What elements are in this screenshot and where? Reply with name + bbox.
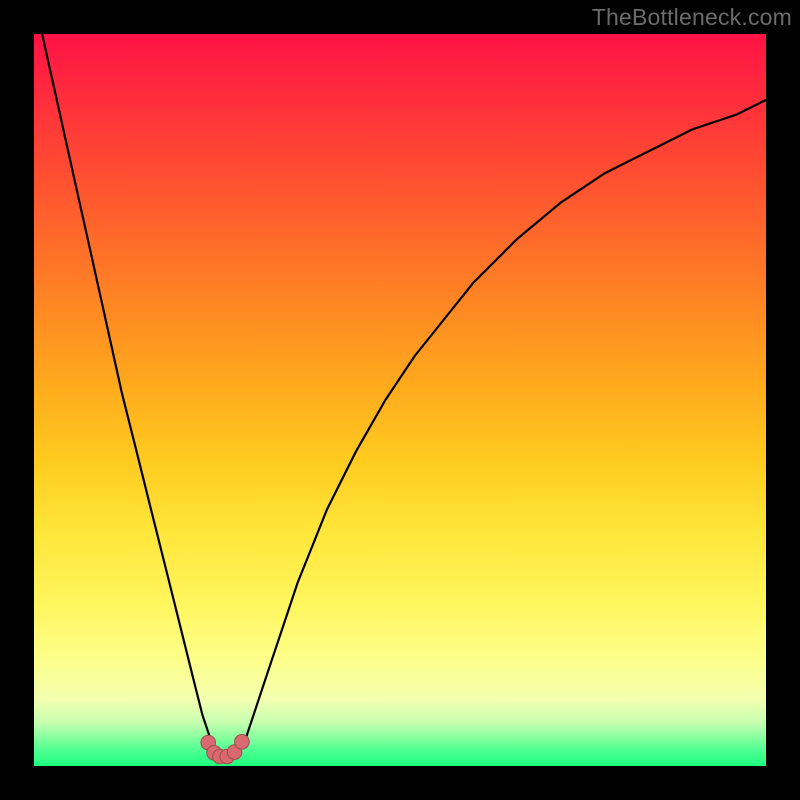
optimal-marker: [235, 735, 250, 750]
chart-frame: TheBottleneck.com: [0, 0, 800, 800]
plot-area: [34, 34, 766, 766]
attribution-watermark: TheBottleneck.com: [592, 4, 792, 31]
curve-layer: [34, 34, 766, 766]
optimal-markers: [201, 735, 249, 764]
bottleneck-curve: [34, 34, 766, 756]
